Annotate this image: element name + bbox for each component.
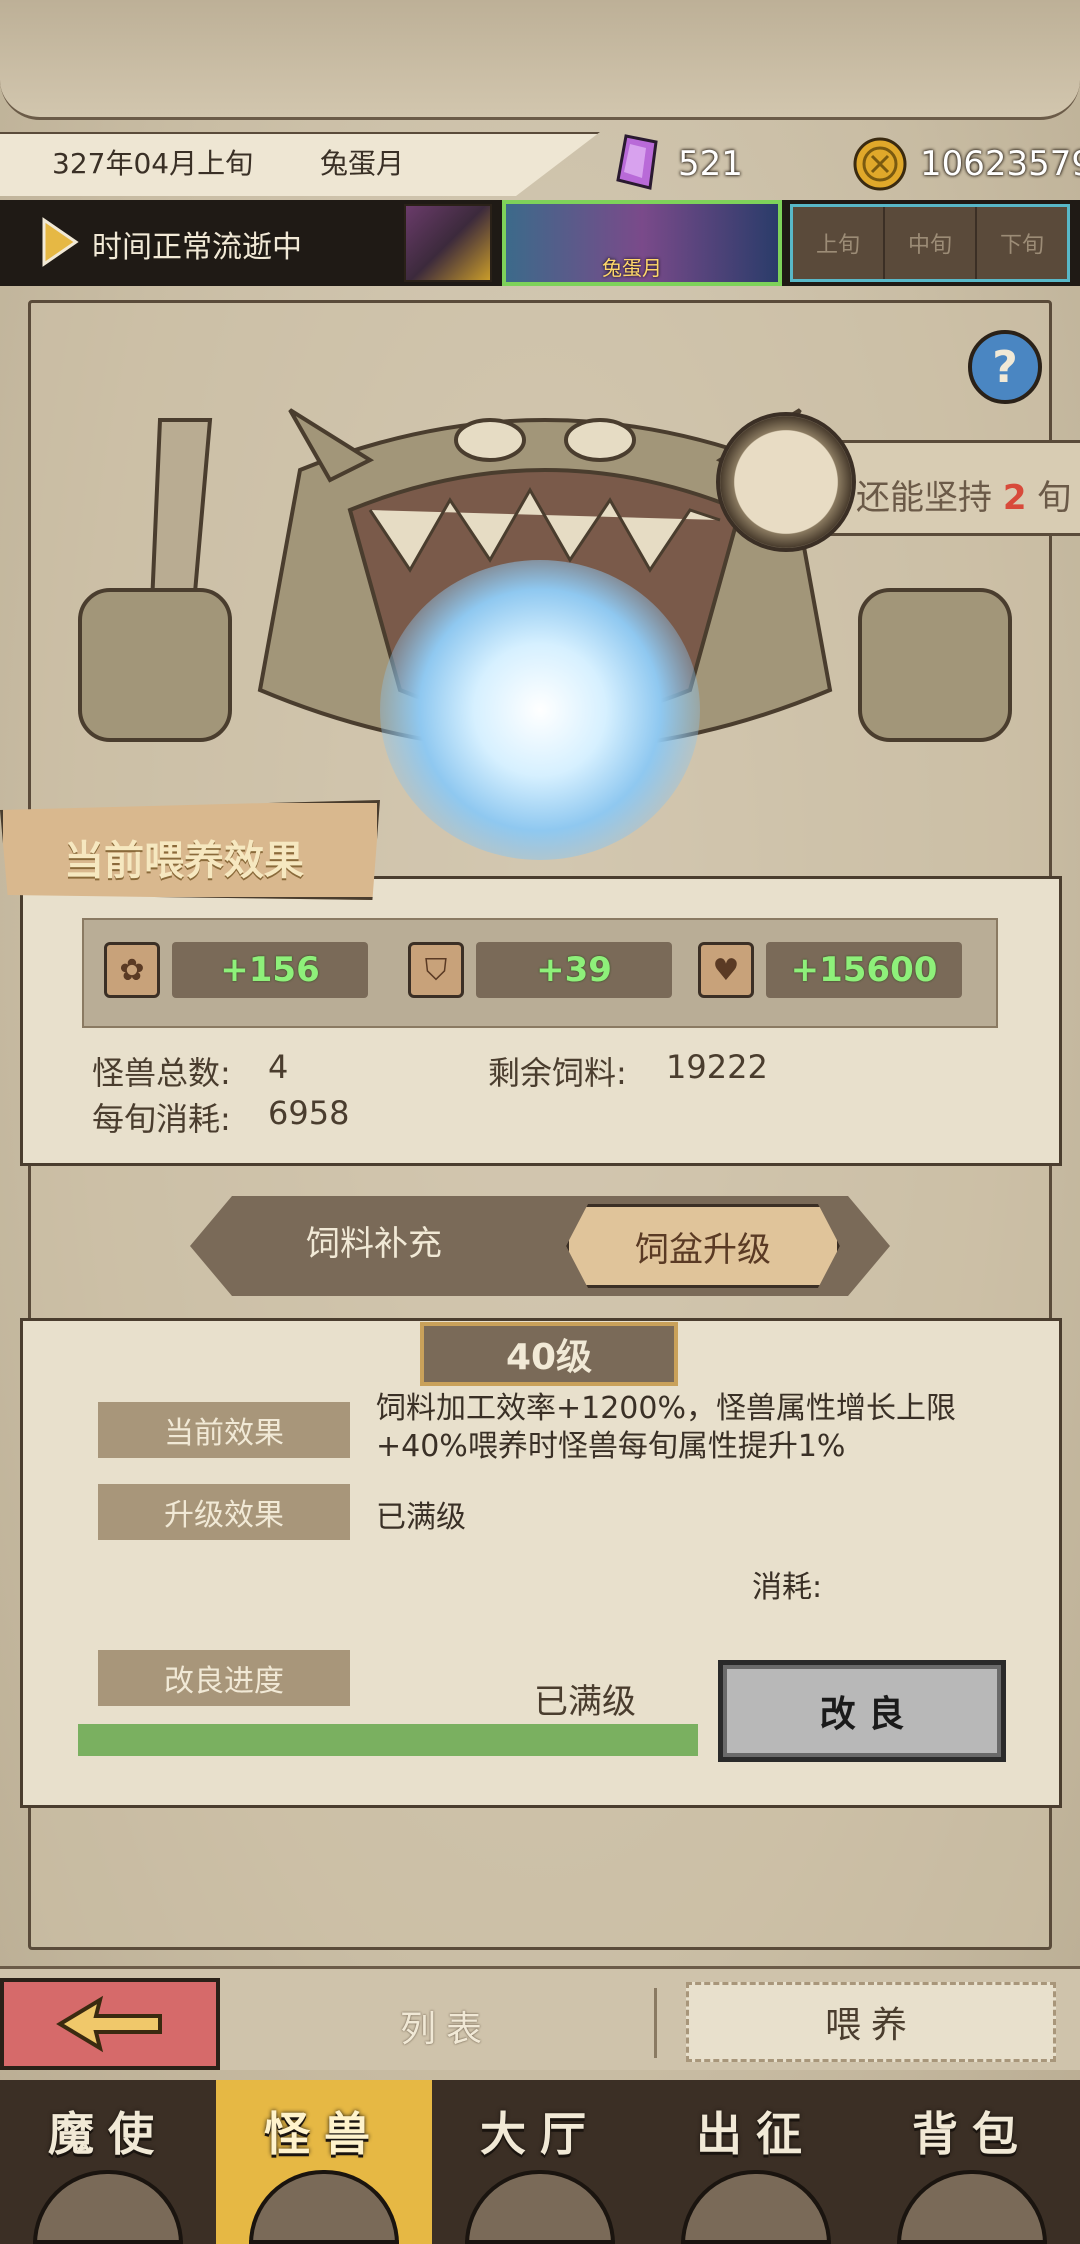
tab-feed-supply[interactable]: 饲料补充 [306,1216,442,1265]
current-month-label: 兔蛋月 [602,256,662,280]
upgrade-effect-label: 升级效果 [98,1484,350,1540]
top-scroll-decoration [0,0,1080,120]
per-period-label: 每旬消耗: [92,1100,231,1138]
progress-status: 已满级 [534,1682,636,1722]
crystal-count: 521 [678,144,743,184]
period-early-button[interactable]: 上旬 [793,207,885,279]
monster-total-value: 4 [268,1048,289,1086]
nav-label: 大厅 [480,2107,600,2161]
crystal-icon [616,134,658,190]
current-effect-label: 当前效果 [98,1402,350,1458]
time-status: 时间正常流逝中 [92,230,302,265]
per-period-value: 6958 [268,1094,350,1132]
nav-label: 背包 [912,2107,1032,2161]
coin-count: 10623579 [920,144,1080,184]
skull-icon [33,2170,183,2244]
nav-item-monster[interactable]: 怪兽 [216,2080,432,2244]
nav-label: 魔使 [48,2107,168,2161]
energy-orb [380,560,700,860]
nav-item-backpack[interactable]: 背包 [864,2080,1080,2244]
cost-label: 消耗: [752,1570,823,1605]
question-icon: ? [992,341,1018,393]
monster-total-label: 怪兽总数: [92,1054,231,1092]
hall-icon [465,2170,615,2244]
feed-effect-title: 当前喂养效果 [64,838,304,884]
nav-item-envoy[interactable]: 魔使 [0,2080,216,2244]
list-button[interactable]: 列表 [400,2000,492,2052]
play-icon[interactable] [40,216,80,268]
previous-month-portrait[interactable] [404,204,492,282]
period-middle-button[interactable]: 中旬 [885,207,977,279]
action-divider [654,1988,657,2058]
stat-value-attack: +156 [172,942,368,998]
monster-icon [249,2170,399,2244]
remaining-feed-value: 19222 [666,1048,768,1086]
current-date: 327年04月上旬 [52,147,254,180]
progress-fill [78,1724,698,1756]
upgrade-effect-text: 已满级 [376,1500,466,1535]
progress-label: 改良进度 [98,1650,350,1706]
shield-icon: ⛉ [408,942,464,998]
current-effect-text: 饲料加工效率+1200%，怪兽属性增长上限+40%喂养时怪兽每旬属性提升1% [376,1391,956,1464]
nav-item-expedition[interactable]: 出征 [648,2080,864,2244]
month-name: 兔蛋月 [320,147,405,180]
coin-icon [853,137,907,191]
heart-icon: ♥ [698,942,754,998]
feed-button[interactable]: 喂养 [686,1982,1056,2062]
persist-text: 还能坚持 2 旬 [856,478,1072,518]
tab-bowl-upgrade[interactable]: 饲盆升级 [566,1204,840,1288]
stat-value-health: +15600 [766,942,962,998]
level-badge: 40级 [420,1322,678,1386]
persist-count: 2 [1002,478,1027,518]
back-button[interactable] [0,1978,220,2070]
expedition-icon [681,2170,831,2244]
remaining-feed-label: 剩余饲料: [488,1054,627,1092]
stat-value-defense: +39 [476,942,672,998]
bottom-nav: 魔使 怪兽 大厅 出征 背包 [0,2080,1080,2244]
back-arrow-icon [56,1995,162,2053]
nav-label: 出征 [696,2107,816,2161]
hourglass-icon [716,412,856,552]
period-late-button[interactable]: 下旬 [977,207,1067,279]
improve-button[interactable]: 改 良 [718,1660,1006,1762]
period-selector: 上旬 中旬 下旬 [790,204,1070,282]
paw-icon: ✿ [104,942,160,998]
backpack-icon [897,2170,1047,2244]
nav-item-hall[interactable]: 大厅 [432,2080,648,2244]
nav-label: 怪兽 [264,2107,384,2161]
